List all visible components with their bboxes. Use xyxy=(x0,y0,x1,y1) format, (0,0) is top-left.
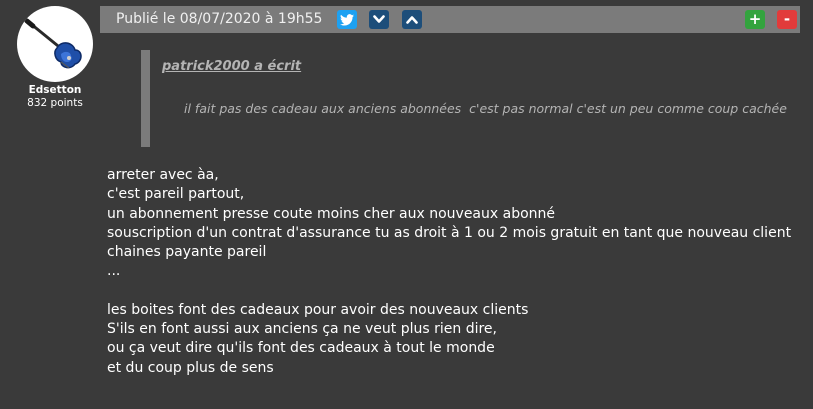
post-date: Publié le 08/07/2020 à 19h55 xyxy=(116,11,323,27)
scroll-down-button[interactable] xyxy=(369,10,389,29)
body-line: et du coup plus de sens xyxy=(107,359,274,376)
body-line: ... xyxy=(107,263,121,280)
body-line: un abonnement presse coute moins cher au… xyxy=(107,205,556,222)
body-line: chaines payante pareil xyxy=(107,244,267,261)
body-line: souscription d'un contrat d'assurance tu… xyxy=(107,224,792,241)
upvote-button[interactable]: + xyxy=(745,10,765,29)
twitter-share-button[interactable] xyxy=(337,10,357,29)
body-line: arreter avec àa, xyxy=(107,167,219,183)
post-header: Publié le 08/07/2020 à 19h55 + - xyxy=(100,6,800,33)
author-name[interactable]: Edsetton xyxy=(15,84,95,97)
quote-bar xyxy=(141,50,150,147)
guitar-icon xyxy=(24,18,82,69)
author-points: 832 points xyxy=(27,97,83,109)
author-block: Edsetton 832 points xyxy=(15,6,95,109)
body-line: S'ils en font aussi aux anciens ça ne ve… xyxy=(107,321,497,338)
scroll-up-button[interactable] xyxy=(402,10,422,29)
chevron-up-icon xyxy=(406,16,418,24)
quote-block: patrick2000 a écrit il fait pas des cade… xyxy=(141,50,801,147)
avatar[interactable] xyxy=(17,6,93,82)
twitter-icon xyxy=(340,13,354,26)
chevron-down-icon xyxy=(373,15,385,23)
forum-post: Edsetton 832 points Publié le 08/07/2020… xyxy=(0,0,813,409)
body-line: c'est pareil partout, xyxy=(107,186,245,203)
downvote-button[interactable]: - xyxy=(777,10,797,29)
post-body: arreter avec àa, c'est pareil partout, u… xyxy=(107,166,807,378)
body-line: les boites font des cadeaux pour avoir d… xyxy=(107,301,529,318)
quote-text: il fait pas des cadeau aux anciens abonn… xyxy=(184,101,787,116)
body-line: ou ça veut dire qu'ils font des cadeaux … xyxy=(107,340,495,357)
quote-author-link[interactable]: patrick2000 a écrit xyxy=(162,59,301,74)
